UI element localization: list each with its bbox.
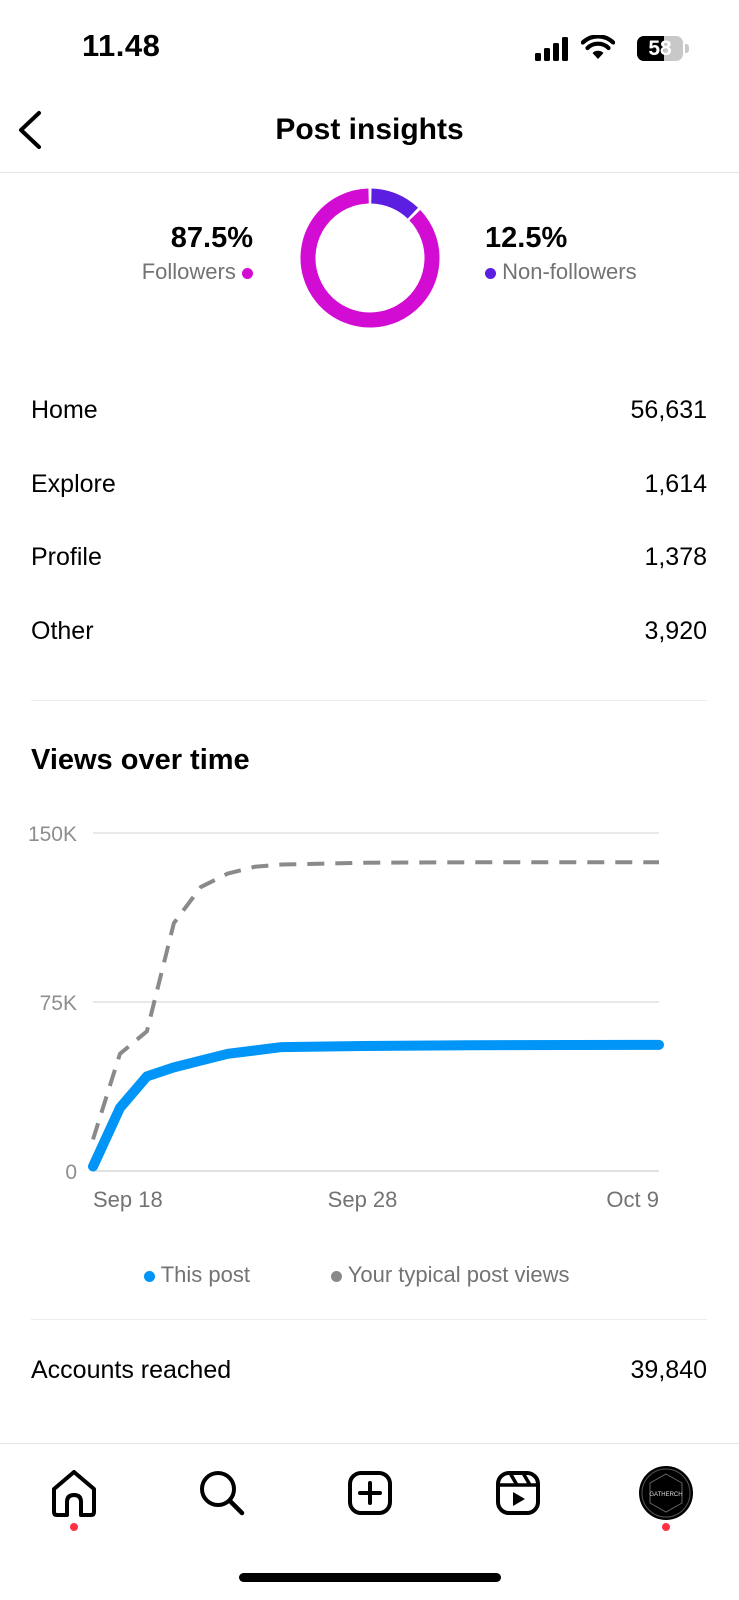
cellular-signal-icon xyxy=(535,37,568,61)
followers-stat: 87.5% Followers xyxy=(142,222,253,285)
nav-search[interactable] xyxy=(194,1465,250,1521)
status-time: 11.48 xyxy=(82,28,161,63)
non-followers-label: Non-followers xyxy=(502,259,637,284)
profile-avatar: GATHERCH xyxy=(639,1466,693,1520)
followers-legend: Followers xyxy=(142,259,253,285)
donut-slice-non-followers xyxy=(370,188,419,219)
non-followers-stat: 12.5% Non-followers xyxy=(485,222,637,285)
donut-slice-followers xyxy=(300,188,440,328)
views-line-chart: 0 75K 150K Sep 18 Sep 28 Oct 9 xyxy=(28,823,664,1212)
source-row-other: Other 3,920 xyxy=(31,617,707,657)
followers-dot xyxy=(242,267,253,279)
legend-dot xyxy=(144,1270,155,1282)
legend-label: Your typical post views xyxy=(347,1262,570,1287)
nav-create[interactable] xyxy=(342,1465,398,1521)
legend-label: This post xyxy=(160,1262,250,1287)
source-row-home: Home 56,631 xyxy=(31,396,707,436)
nav-home[interactable] xyxy=(46,1465,102,1521)
home-indicator xyxy=(239,1573,501,1582)
accounts-reached-label: Accounts reached xyxy=(31,1356,232,1384)
header-divider xyxy=(0,172,739,173)
non-followers-percent: 12.5% xyxy=(485,222,568,254)
reels-icon xyxy=(496,1471,540,1515)
source-label: Profile xyxy=(31,543,102,571)
home-icon xyxy=(52,1470,96,1517)
section-divider xyxy=(31,1319,707,1320)
x-tick-label: Oct 9 xyxy=(606,1187,659,1212)
nav-divider xyxy=(0,1443,739,1444)
audience-donut-chart xyxy=(300,188,440,328)
non-followers-legend: Non-followers xyxy=(485,259,637,285)
source-row-explore: Explore 1,614 xyxy=(31,470,707,510)
x-tick-label: Sep 28 xyxy=(328,1187,398,1212)
x-tick-label: Sep 18 xyxy=(93,1187,163,1212)
followers-label: Followers xyxy=(141,259,236,284)
series-line-this-post xyxy=(88,1039,664,1172)
legend-this-post: This post xyxy=(144,1262,250,1288)
avatar-text: GATHERCH xyxy=(649,1492,682,1498)
nav-reels[interactable] xyxy=(490,1465,546,1521)
accounts-reached-value: 39,840 xyxy=(630,1356,707,1384)
battery-nub xyxy=(685,44,689,53)
source-label: Other xyxy=(31,617,94,645)
battery-level: 58 xyxy=(648,37,672,60)
source-label: Home xyxy=(31,396,98,424)
non-followers-dot xyxy=(485,267,496,279)
home-notification-dot xyxy=(70,1523,78,1531)
status-icons: 58 xyxy=(535,34,690,64)
y-tick-label: 150K xyxy=(28,823,77,846)
views-over-time-title: Views over time xyxy=(31,744,250,776)
source-value: 3,920 xyxy=(644,617,707,645)
accounts-reached-row[interactable]: Accounts reached 39,840 xyxy=(31,1356,707,1396)
source-row-profile: Profile 1,378 xyxy=(31,543,707,583)
wifi-icon xyxy=(581,35,615,59)
battery-icon: 58 xyxy=(637,36,683,61)
search-icon xyxy=(200,1471,245,1516)
followers-percent: 87.5% xyxy=(170,222,253,254)
y-tick-label: 0 xyxy=(65,1161,77,1184)
create-icon xyxy=(348,1471,392,1515)
source-value: 56,631 xyxy=(630,396,707,424)
legend-dot xyxy=(331,1270,342,1282)
series-line-typical-post-views xyxy=(91,860,659,1141)
source-label: Explore xyxy=(31,470,116,498)
legend-typical-post-views: Your typical post views xyxy=(331,1262,569,1288)
page-title: Post insights xyxy=(275,113,464,146)
nav-profile[interactable]: GATHERCH xyxy=(638,1465,694,1521)
profile-notification-dot xyxy=(662,1523,670,1531)
section-divider xyxy=(31,700,707,701)
y-tick-label: 75K xyxy=(40,992,77,1015)
source-value: 1,378 xyxy=(644,543,707,571)
source-value: 1,614 xyxy=(644,470,707,498)
